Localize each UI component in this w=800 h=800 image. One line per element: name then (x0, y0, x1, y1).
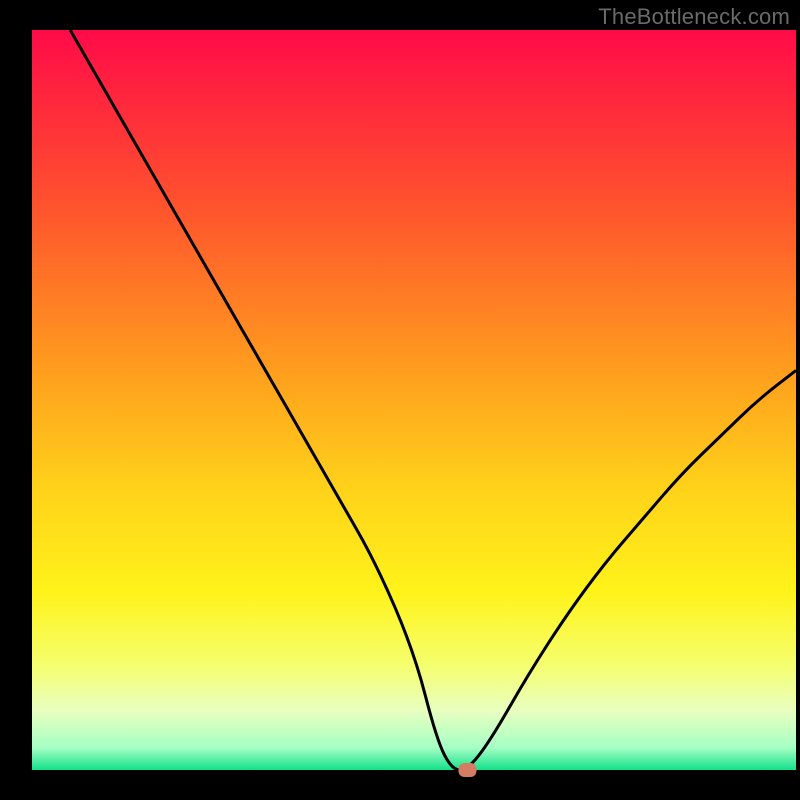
optimal-point-marker (458, 763, 476, 777)
bottleneck-chart (0, 0, 800, 800)
watermark-text: TheBottleneck.com (598, 4, 790, 30)
chart-frame: { "watermark": "TheBottleneck.com", "cha… (0, 0, 800, 800)
